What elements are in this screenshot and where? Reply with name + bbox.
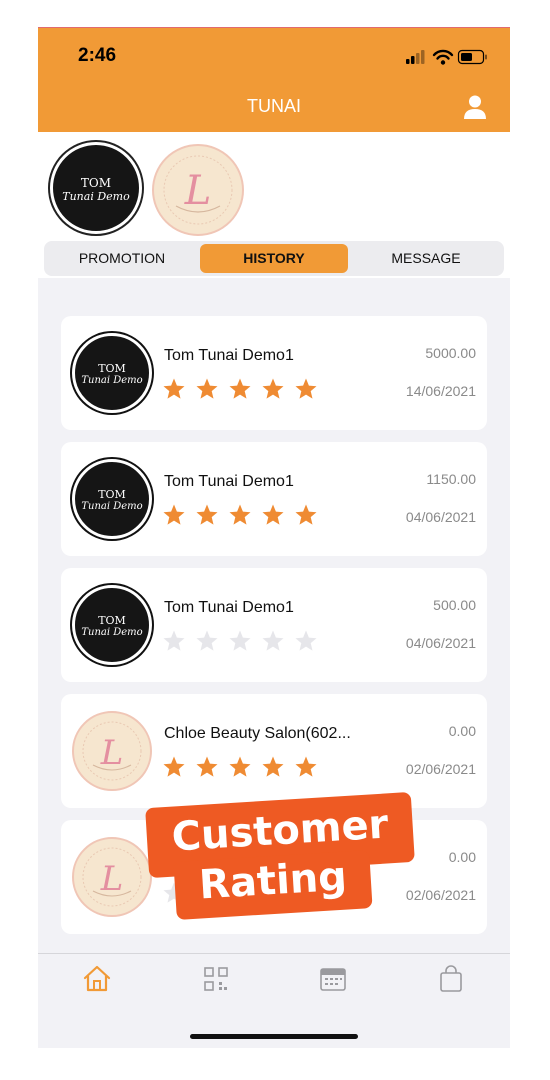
- top-edge-line: [38, 27, 510, 28]
- wifi-icon: [432, 49, 454, 65]
- transaction-date: 04/06/2021: [405, 635, 476, 651]
- tab-promotion[interactable]: PROMOTION: [47, 244, 197, 273]
- merchant-name: Tom Tunai Demo1: [164, 347, 294, 364]
- svg-text:L: L: [184, 168, 212, 214]
- star-rating[interactable]: [162, 755, 322, 781]
- history-card[interactable]: TOM Tunai Demo Tom Tunai Demo1 500.00 04…: [61, 568, 487, 682]
- star-filled-icon[interactable]: [261, 755, 285, 779]
- merchant-name: Chloe Beauty Salon(602...: [164, 725, 351, 742]
- merchant-logo-text: TOM: [98, 614, 126, 627]
- star-filled-icon[interactable]: [228, 755, 252, 779]
- merchant-strip: TOM Tunai Demo L PROMOTION HISTORY MESSA…: [38, 132, 510, 278]
- merchant-avatar-chloe[interactable]: L: [152, 144, 244, 236]
- chloe-logo-icon: L: [82, 847, 142, 907]
- star-empty-icon[interactable]: [195, 629, 219, 653]
- star-filled-icon[interactable]: [195, 755, 219, 779]
- profile-icon[interactable]: [464, 95, 486, 119]
- merchant-logo-text: Tunai Demo: [81, 501, 143, 512]
- qr-code-icon[interactable]: [201, 964, 231, 994]
- transaction-amount: 500.00: [433, 597, 476, 613]
- merchant-avatar-tom: TOM Tunai Demo: [72, 459, 152, 539]
- star-empty-icon[interactable]: [294, 629, 318, 653]
- merchant-logo-text: TOM: [98, 362, 126, 375]
- home-icon[interactable]: [82, 964, 112, 994]
- star-filled-icon[interactable]: [162, 503, 186, 527]
- bottom-tab-bar: [38, 953, 510, 1048]
- star-filled-icon[interactable]: [261, 503, 285, 527]
- merchant-name: Tom Tunai Demo1: [164, 473, 294, 490]
- svg-text:L: L: [100, 859, 124, 899]
- transaction-amount: 5000.00: [425, 345, 476, 361]
- star-filled-icon[interactable]: [228, 377, 252, 401]
- status-icons: [406, 49, 487, 65]
- star-rating[interactable]: [162, 629, 322, 655]
- battery-icon: [457, 49, 487, 65]
- app-title: TUNAI: [247, 96, 301, 116]
- transaction-date: 02/06/2021: [405, 761, 476, 777]
- customer-rating-badge: Customer Rating: [145, 791, 417, 920]
- merchant-logo-text: TOM: [98, 488, 126, 501]
- merchant-name: Tom Tunai Demo1: [164, 599, 294, 616]
- merchant-logo-text: Tunai Demo: [81, 627, 143, 638]
- transaction-amount: 0.00: [448, 723, 476, 739]
- merchant-avatar-tom[interactable]: TOM Tunai Demo: [50, 142, 142, 234]
- status-time: 2:46: [78, 45, 117, 66]
- shopping-bag-icon[interactable]: [436, 964, 466, 994]
- merchant-avatar-chloe: L: [72, 711, 152, 791]
- merchant-avatar-tom: TOM Tunai Demo: [72, 333, 152, 413]
- tab-history[interactable]: HISTORY: [200, 244, 348, 273]
- home-indicator: [190, 1034, 358, 1039]
- star-filled-icon[interactable]: [195, 503, 219, 527]
- calendar-icon[interactable]: [318, 964, 348, 994]
- star-filled-icon[interactable]: [195, 377, 219, 401]
- svg-text:L: L: [100, 733, 124, 773]
- chloe-logo-icon: L: [82, 721, 142, 781]
- history-card[interactable]: TOM Tunai Demo Tom Tunai Demo1 1150.00 0…: [61, 442, 487, 556]
- star-filled-icon[interactable]: [228, 503, 252, 527]
- star-empty-icon[interactable]: [162, 629, 186, 653]
- history-card[interactable]: L Chloe Beauty Salon(602... 0.00 02/06/2…: [61, 694, 487, 808]
- star-rating[interactable]: [162, 377, 322, 403]
- star-empty-icon[interactable]: [261, 629, 285, 653]
- star-filled-icon[interactable]: [162, 377, 186, 401]
- star-filled-icon[interactable]: [294, 755, 318, 779]
- transaction-date: 04/06/2021: [405, 509, 476, 525]
- transaction-amount: 0.00: [448, 849, 476, 865]
- phone-screen: 2:46 TUNAI TOM Tunai Demo L PROMOTION HI…: [38, 27, 510, 1048]
- merchant-logo-text: TOM: [80, 176, 112, 190]
- star-filled-icon[interactable]: [294, 503, 318, 527]
- transaction-amount: 1150.00: [426, 471, 476, 487]
- star-filled-icon[interactable]: [162, 755, 186, 779]
- transaction-date: 14/06/2021: [405, 383, 476, 399]
- merchant-avatar-tom: TOM Tunai Demo: [72, 585, 152, 665]
- signal-icon: [406, 50, 425, 64]
- star-filled-icon[interactable]: [261, 377, 285, 401]
- chloe-logo-icon: L: [163, 155, 233, 225]
- segment-tabs: PROMOTION HISTORY MESSAGE: [44, 241, 504, 276]
- tab-message[interactable]: MESSAGE: [351, 244, 501, 273]
- merchant-logo-text: Tunai Demo: [62, 190, 130, 203]
- star-empty-icon[interactable]: [228, 629, 252, 653]
- merchant-logo-text: Tunai Demo: [81, 375, 143, 386]
- star-rating[interactable]: [162, 503, 322, 529]
- merchant-avatar-chloe: L: [72, 837, 152, 917]
- star-filled-icon[interactable]: [294, 377, 318, 401]
- history-card[interactable]: TOM Tunai Demo Tom Tunai Demo1 5000.00 1…: [61, 316, 487, 430]
- app-header: 2:46 TUNAI: [38, 27, 510, 132]
